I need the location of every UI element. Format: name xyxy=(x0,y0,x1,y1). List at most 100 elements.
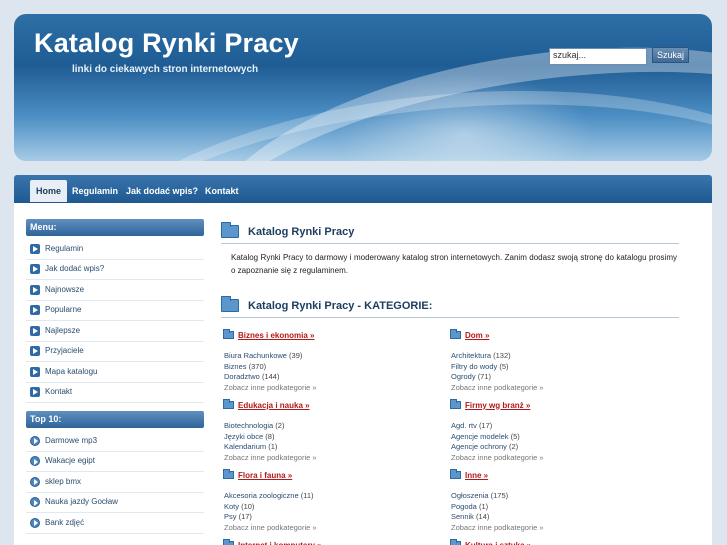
menu-item-label: Kontakt xyxy=(45,387,73,397)
menu-item-label: Mapa katalogu xyxy=(45,366,98,376)
menu-item[interactable]: Najnowsze xyxy=(26,280,204,301)
arrow-right-icon xyxy=(30,387,40,398)
main-nav: Home Regulamin Jak dodać wpis? Kontakt xyxy=(14,175,712,203)
subcategory-count: (11) xyxy=(300,491,314,500)
nav-jak-dodac-wpis[interactable]: Jak dodać wpis? xyxy=(120,180,204,202)
folder-icon xyxy=(221,296,239,312)
top10-item-label: Wakacje egipt xyxy=(45,456,95,466)
subcategory-count: (2) xyxy=(275,421,285,430)
folder-icon xyxy=(450,469,461,479)
category-block: Kultura i sztuka » xyxy=(450,538,650,545)
subcategory-link[interactable]: Agencje modelek (5) xyxy=(450,432,650,443)
subcategory-label: Biotechnologia xyxy=(224,421,276,430)
subcategory-link[interactable]: Psy (17) xyxy=(223,512,423,523)
subcategory-count: (71) xyxy=(477,372,492,381)
categories-title: Katalog Rynki Pracy - KATEGORIE: xyxy=(248,299,433,312)
menu-item[interactable]: Jak dodać wpis? xyxy=(26,260,204,280)
top10-item-label: Bank zdjęć xyxy=(45,517,85,527)
menu-item[interactable]: Kontakt xyxy=(26,383,204,403)
subcategory-link[interactable]: Biotechnologia (2) xyxy=(223,421,423,432)
top10-list: Darmowe mp3 Wakacje egipt sklep bmx Nauka j… xyxy=(26,431,204,534)
subcategory-count: (17) xyxy=(238,512,252,521)
subcategory-link[interactable]: Doradztwo (144) xyxy=(223,372,423,383)
search-input[interactable]: szukaj... xyxy=(549,48,647,65)
subcategory-label: Doradztwo xyxy=(224,372,262,381)
menu-item-label: Regulamin xyxy=(45,243,84,253)
subcategory-count: (2) xyxy=(508,442,519,451)
category-link[interactable]: Edukacja i nauka » xyxy=(238,401,310,410)
menu-item[interactable]: Najlepsze xyxy=(26,321,204,342)
top10-item[interactable]: Darmowe mp3 xyxy=(26,431,204,452)
top10-item[interactable]: Bank zdjęć xyxy=(26,513,204,534)
section-header: Katalog Rynki Pracy xyxy=(221,222,679,244)
categories-header: Katalog Rynki Pracy - KATEGORIE: xyxy=(221,296,679,318)
subcategory-link[interactable]: Pogoda (1) xyxy=(450,502,650,513)
subcategory-label: Akcesoria zoologiczne xyxy=(224,491,301,500)
subcategory-link[interactable]: Ogrody (71) xyxy=(450,372,650,383)
subcategory-link[interactable]: Agencje ochrony (2) xyxy=(450,442,650,453)
subcategory-link[interactable]: Biura Rachunkowe (39) xyxy=(223,351,423,362)
category-title: Inne » xyxy=(450,468,650,482)
subcategory-link[interactable]: Sennik (14) xyxy=(450,512,650,523)
menu-item[interactable]: Przyjaciele xyxy=(26,342,204,362)
nav-kontakt[interactable]: Kontakt xyxy=(199,180,245,202)
category-grid: Biznes i ekonomia » Biura Rachunkowe (39)… xyxy=(221,324,679,545)
site-subtitle: linki do ciekawych stron internetowych xyxy=(72,64,259,75)
category-link[interactable]: Inne » xyxy=(465,471,488,480)
subcategory-link[interactable]: Kalendarium (1) xyxy=(223,442,423,453)
more-subcategories-link[interactable]: Zobacz inne podkategorie » xyxy=(450,453,650,464)
more-subcategories-link[interactable]: Zobacz inne podkategorie » xyxy=(223,453,423,464)
top10-item-label: Darmowe mp3 xyxy=(45,435,98,445)
more-subcategories-link[interactable]: Zobacz inne podkategorie » xyxy=(450,523,650,534)
category-block: Edukacja i nauka » Biotechnologia (2) Języ… xyxy=(223,398,423,463)
category-link[interactable]: Kultura i sztuka » xyxy=(465,541,531,545)
arrow-circle-icon xyxy=(30,517,40,528)
search-button[interactable]: Szukaj xyxy=(652,47,689,63)
subcategory-count: (8) xyxy=(265,431,275,441)
subcategory-link[interactable]: Biznes (370) xyxy=(223,362,423,373)
subcategory-link[interactable]: Koty (10) xyxy=(223,502,423,513)
subcategory-link[interactable]: Architektura (132) xyxy=(450,351,650,362)
menu-item-label: Jak dodać wpis? xyxy=(45,264,105,274)
more-subcategories-link[interactable]: Zobacz inne podkategorie » xyxy=(223,383,423,394)
subcategory-count: (14) xyxy=(476,512,490,521)
subcategory-count: (175) xyxy=(490,491,509,500)
menu-list: Regulamin Jak dodać wpis? Najnowsze Popular… xyxy=(26,239,204,403)
category-block: Biznes i ekonomia » Biura Rachunkowe (39)… xyxy=(223,328,423,393)
subcategory-label: Agd. rtv xyxy=(451,421,479,430)
category-link[interactable]: Internet i komputery » xyxy=(238,541,322,545)
sidebar: Menu: Regulamin Jak dodać wpis? Najnowsze P… xyxy=(26,219,204,534)
category-title: Biznes i ekonomia » xyxy=(223,328,423,342)
subcategory-label: Agencje modelek xyxy=(451,431,511,441)
subcategory-count: (1) xyxy=(478,501,489,511)
top10-item[interactable]: sklep bmx xyxy=(26,472,204,493)
top10-item[interactable]: Wakacje egipt xyxy=(26,452,204,472)
subcategory-count: (5) xyxy=(499,361,509,371)
top10-item-label: Nauka jazdy Gocław xyxy=(45,497,118,507)
subcategory-label: Sennik xyxy=(451,512,477,521)
subcategory-link[interactable]: Języki obce (8) xyxy=(223,432,423,443)
category-link[interactable]: Dom » xyxy=(465,331,489,340)
menu-item[interactable]: Popularne xyxy=(26,301,204,321)
menu-item[interactable]: Mapa katalogu xyxy=(26,362,204,383)
subcategory-link[interactable]: Akcesoria zoologiczne (11) xyxy=(223,491,423,502)
top10-item[interactable]: Nauka jazdy Gocław xyxy=(26,493,204,513)
subcategory-label: Pogoda xyxy=(451,501,479,511)
subcategory-link[interactable]: Agd. rtv (17) xyxy=(450,421,650,432)
category-link[interactable]: Flora i fauna » xyxy=(238,471,292,480)
subcategory-link[interactable]: Filtry do wody (5) xyxy=(450,362,650,373)
menu-heading: Menu: xyxy=(26,219,204,236)
subcategory-label: Ogłoszenia xyxy=(451,491,491,500)
nav-home[interactable]: Home xyxy=(30,180,68,202)
site-title[interactable]: Katalog Rynki Pracy xyxy=(34,28,299,59)
page-title: Katalog Rynki Pracy xyxy=(248,225,355,238)
nav-regulamin[interactable]: Regulamin xyxy=(66,180,124,202)
menu-item[interactable]: Regulamin xyxy=(26,239,204,260)
subcategory-link[interactable]: Ogłoszenia (175) xyxy=(450,491,650,502)
category-link[interactable]: Firmy wg branż » xyxy=(465,401,530,410)
category-link[interactable]: Biznes i ekonomia » xyxy=(238,331,314,340)
arrow-right-icon xyxy=(30,264,40,275)
more-subcategories-link[interactable]: Zobacz inne podkategorie » xyxy=(450,383,650,394)
menu-item-label: Najnowsze xyxy=(45,284,85,294)
more-subcategories-link[interactable]: Zobacz inne podkategorie » xyxy=(223,523,423,534)
